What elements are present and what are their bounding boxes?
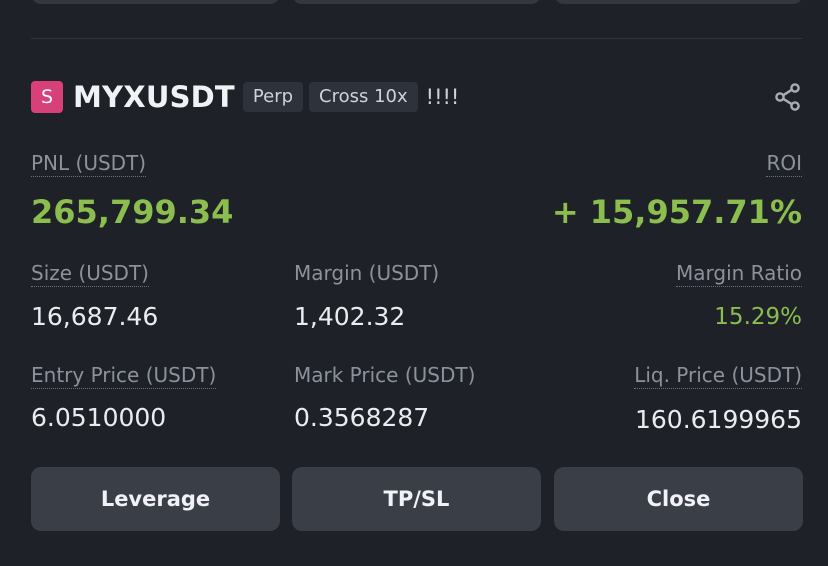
position-header: S MYXUSDT Perp Cross 10x !!!! bbox=[31, 80, 803, 114]
liq-price-label[interactable]: Liq. Price (USDT) bbox=[634, 363, 802, 389]
tag-perp: Perp bbox=[242, 82, 304, 112]
symbol-name[interactable]: MYXUSDT bbox=[73, 80, 235, 114]
size-value: 16,687.46 bbox=[31, 302, 159, 331]
margin-label: Margin (USDT) bbox=[294, 261, 440, 285]
size-label[interactable]: Size (USDT) bbox=[31, 261, 149, 287]
liq-price-value: 160.6199965 bbox=[634, 405, 802, 434]
entry-price-label[interactable]: Entry Price (USDT) bbox=[31, 363, 217, 389]
margin-ratio-label[interactable]: Margin Ratio bbox=[675, 261, 802, 287]
tag-margin-mode[interactable]: Cross 10x bbox=[309, 82, 418, 112]
previous-card-button[interactable] bbox=[31, 0, 280, 4]
mark-price-label: Mark Price (USDT) bbox=[294, 363, 476, 387]
previous-card-button[interactable] bbox=[292, 0, 541, 4]
card-divider bbox=[31, 38, 802, 39]
symbol-badge: S bbox=[31, 81, 63, 113]
roi-value: + 15,957.71% bbox=[551, 193, 802, 231]
warning-marks: !!!! bbox=[425, 85, 460, 109]
margin-value: 1,402.32 bbox=[294, 302, 406, 331]
mark-price-value: 0.3568287 bbox=[294, 403, 430, 432]
close-button[interactable]: Close bbox=[554, 467, 803, 531]
tpsl-button[interactable]: TP/SL bbox=[292, 467, 541, 531]
roi-label[interactable]: ROI bbox=[766, 151, 802, 177]
pnl-value: 265,799.34 bbox=[31, 193, 234, 231]
previous-card-button[interactable] bbox=[554, 0, 803, 4]
leverage-button[interactable]: Leverage bbox=[31, 467, 280, 531]
pnl-label[interactable]: PNL (USDT) bbox=[31, 151, 147, 177]
entry-price-value: 6.0510000 bbox=[31, 403, 167, 432]
share-icon[interactable] bbox=[773, 82, 803, 112]
margin-ratio-value: 15.29% bbox=[714, 304, 802, 330]
